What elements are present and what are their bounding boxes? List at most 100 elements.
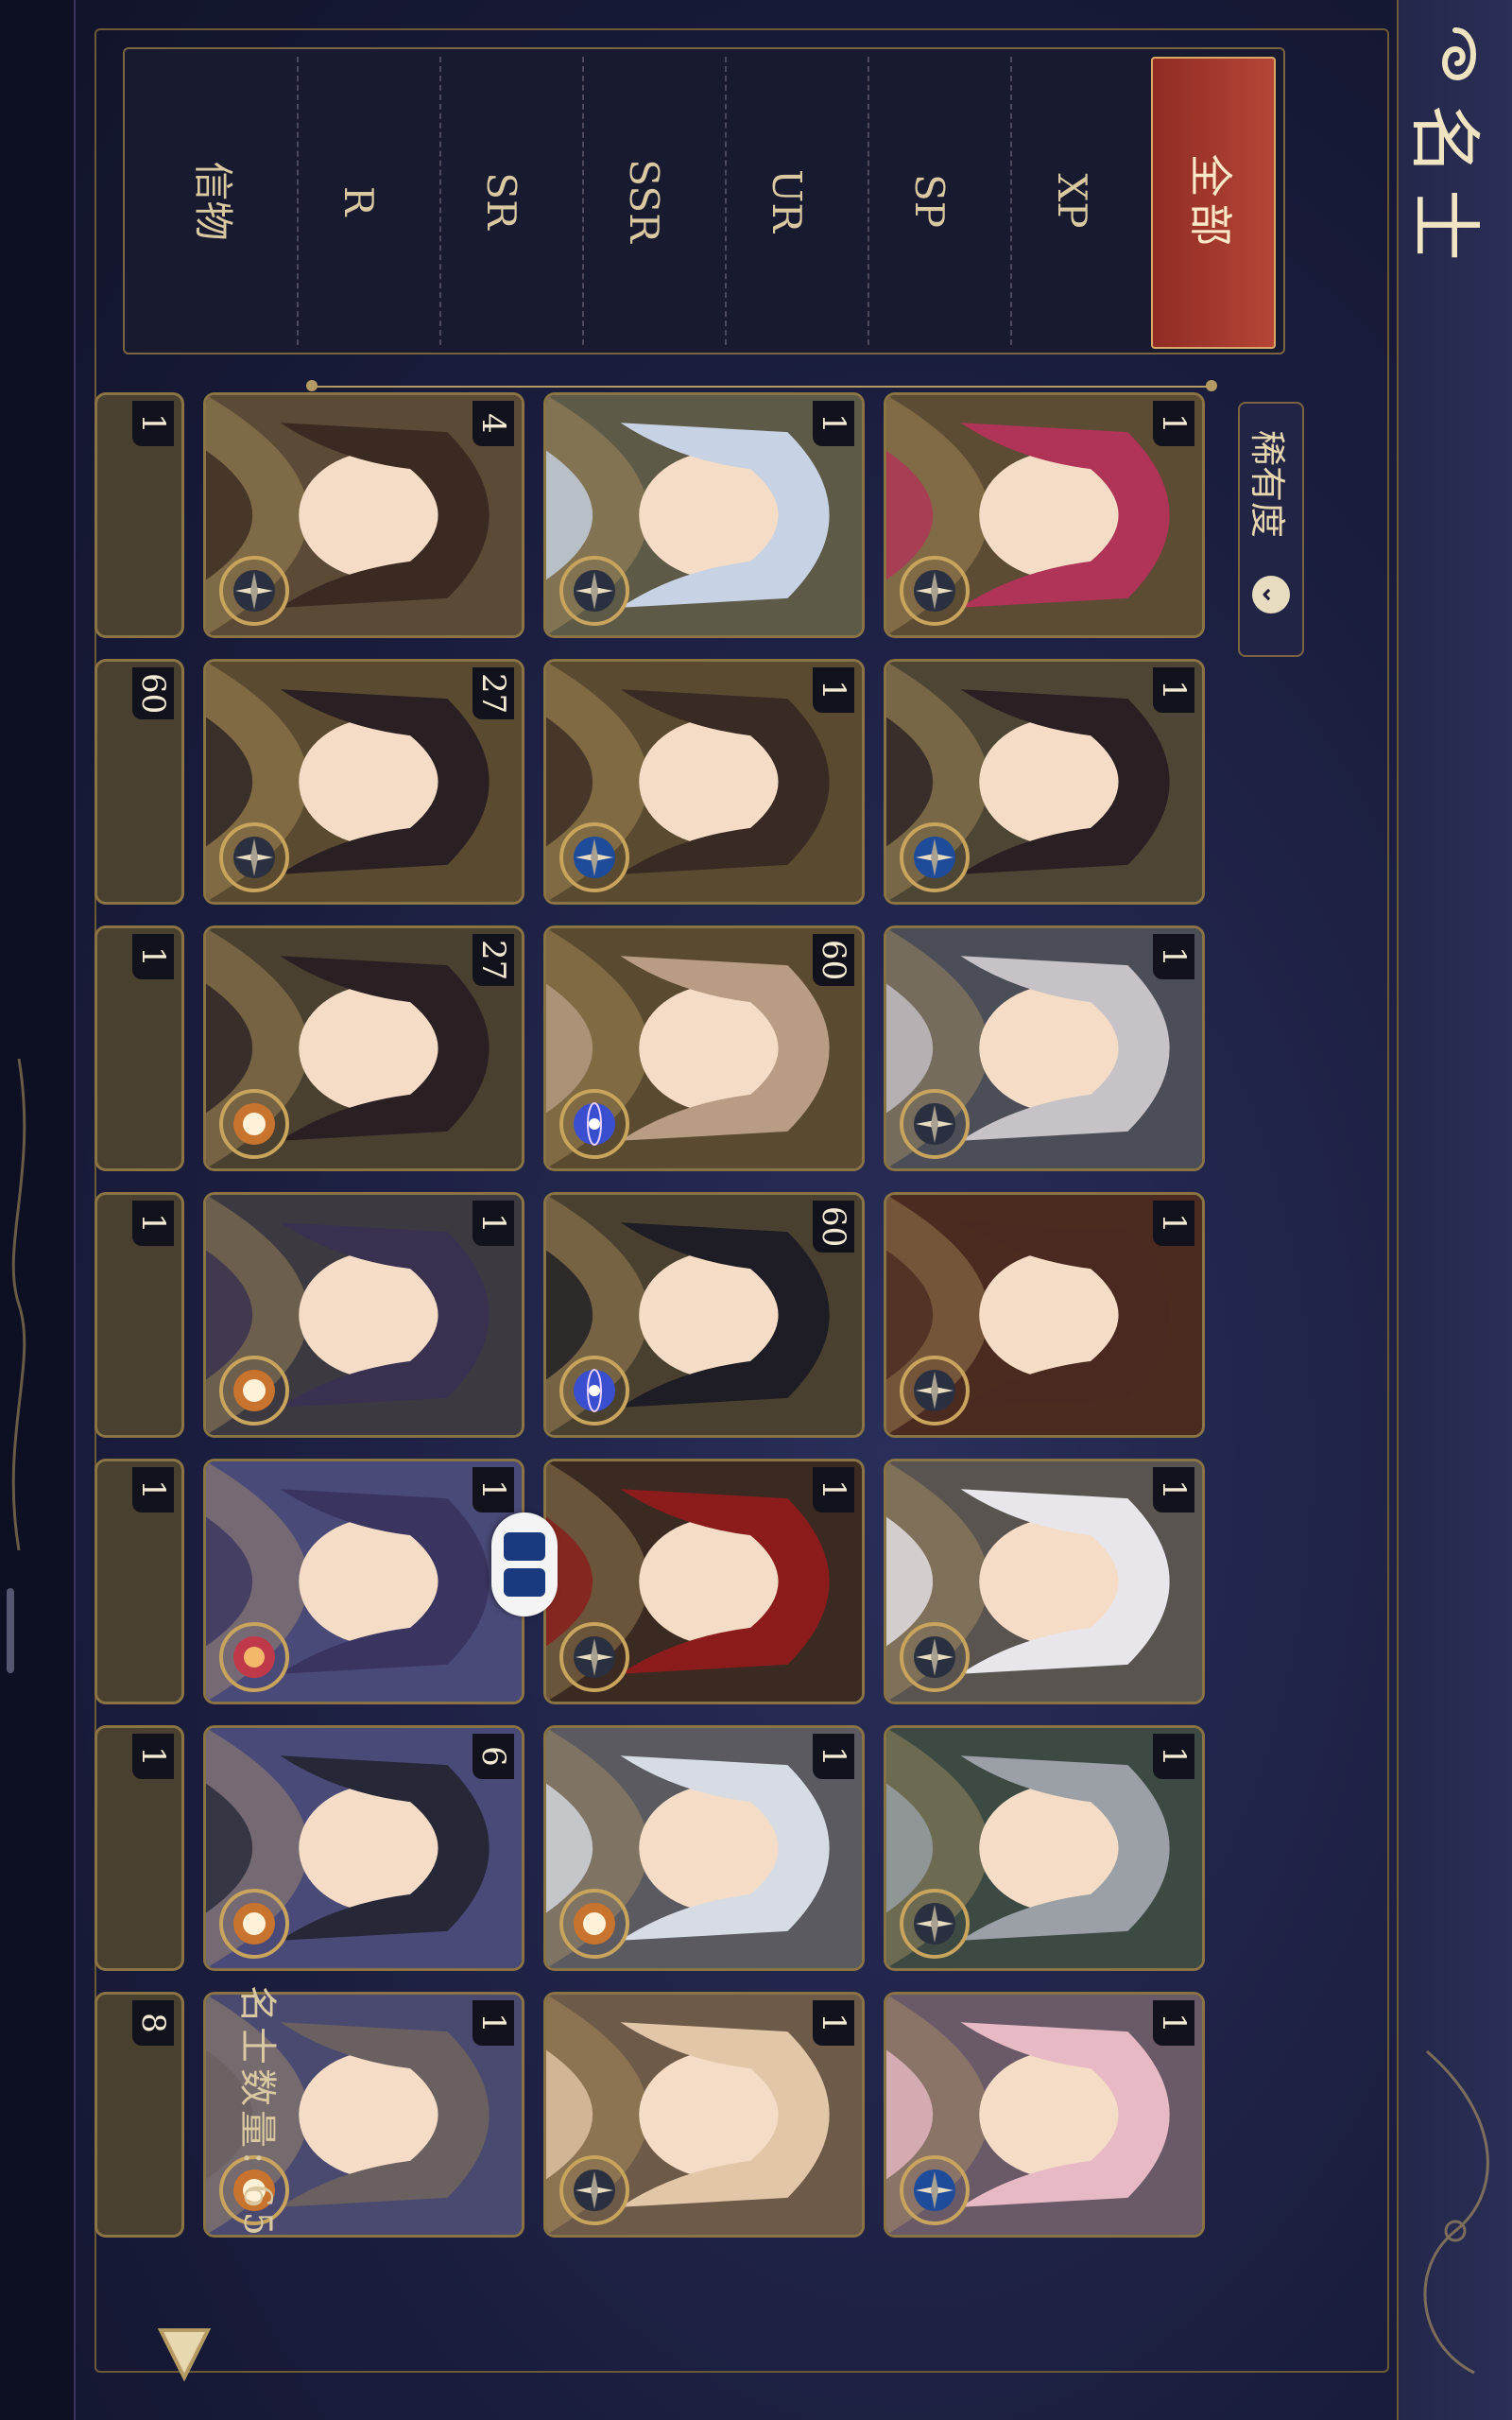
character-card[interactable]: 1: [884, 392, 1205, 638]
filter-tab-信物[interactable]: 信物: [156, 57, 277, 345]
character-card[interactable]: 1: [543, 1459, 865, 1704]
divider: [314, 386, 1211, 388]
card-quantity: 1: [132, 401, 174, 446]
card-quantity: 1: [1153, 1201, 1194, 1246]
class-emblem-icon: [559, 1356, 629, 1426]
character-card-partial[interactable]: 1: [94, 1459, 184, 1704]
filter-tab-R[interactable]: R: [297, 57, 420, 345]
card-quantity: 1: [472, 1201, 514, 1246]
character-card[interactable]: 1: [543, 659, 865, 905]
filter-tab-SP[interactable]: SP: [868, 57, 990, 345]
class-emblem-icon: [219, 822, 289, 892]
character-card[interactable]: 1: [203, 1192, 524, 1438]
character-card[interactable]: 4: [203, 392, 524, 638]
card-quantity: 1: [1153, 1734, 1194, 1779]
character-card[interactable]: 1: [884, 1459, 1205, 1704]
card-quantity: 4: [472, 401, 514, 446]
character-card[interactable]: 1: [543, 1992, 865, 2238]
rarity-sort-button[interactable]: 稀有度 ⌄: [1238, 402, 1304, 657]
class-emblem-icon: [900, 1889, 970, 1959]
class-emblem-icon: [900, 1089, 970, 1159]
card-quantity: 1: [1153, 934, 1194, 979]
card-quantity: 60: [813, 934, 854, 987]
page-title: 名士: [1402, 104, 1486, 274]
card-quantity: 1: [1153, 1467, 1194, 1512]
character-card-partial[interactable]: 1: [94, 392, 184, 638]
card-quantity: 1: [813, 1734, 854, 1779]
character-card-partial[interactable]: 1: [94, 1192, 184, 1438]
character-card[interactable]: 1: [884, 1725, 1205, 1971]
character-card-partial[interactable]: 1: [94, 925, 184, 1171]
card-quantity: 1: [472, 1467, 514, 1512]
card-quantity: 8: [132, 2000, 174, 2046]
class-emblem-icon: [900, 1356, 970, 1426]
card-quantity: 60: [132, 667, 174, 720]
character-card[interactable]: 27: [203, 925, 524, 1171]
filter-tab-UR[interactable]: UR: [725, 57, 848, 345]
header-bar: 名士: [1397, 0, 1512, 2420]
character-card[interactable]: 1: [884, 659, 1205, 905]
card-quantity: 1: [132, 934, 174, 979]
class-emblem-icon: [900, 2155, 970, 2225]
character-card-partial[interactable]: 8: [94, 1992, 184, 2238]
card-quantity: 1: [132, 1734, 174, 1779]
class-emblem-icon: [900, 556, 970, 626]
card-quantity: 1: [132, 1201, 174, 1246]
rarity-filter-panel: 全部 XP SP UR SSR SR R 信物: [123, 47, 1285, 354]
card-quantity: 1: [1153, 667, 1194, 713]
character-card[interactable]: 1: [884, 925, 1205, 1171]
card-quantity: 1: [1153, 401, 1194, 446]
class-emblem-icon: [559, 1889, 629, 1959]
bottom-ornament: [11, 1059, 26, 1550]
back-spiral-icon[interactable]: [1427, 21, 1493, 87]
scroll-indicator[interactable]: [7, 1588, 14, 1673]
card-quantity: 1: [1153, 2000, 1194, 2046]
class-emblem-icon: [559, 1089, 629, 1159]
card-quantity: 1: [813, 1467, 854, 1512]
class-emblem-icon: [559, 822, 629, 892]
card-quantity: 27: [472, 667, 514, 720]
filter-tab-全部[interactable]: 全部: [1151, 57, 1276, 349]
character-card-partial[interactable]: 60: [94, 659, 184, 905]
divider-dot: [1206, 380, 1217, 391]
header-ornament: [1423, 2049, 1489, 2375]
divider-dot: [306, 380, 318, 391]
character-card[interactable]: 27: [203, 659, 524, 905]
card-quantity: 60: [813, 1201, 854, 1253]
class-emblem-icon: [219, 1356, 289, 1426]
class-emblem-icon: [900, 822, 970, 892]
scroll-top-arrow-icon[interactable]: [142, 2311, 227, 2396]
class-emblem-icon: [219, 1889, 289, 1959]
card-quantity: 1: [813, 667, 854, 713]
class-emblem-icon: [559, 1622, 629, 1692]
class-emblem-icon: [219, 1622, 289, 1692]
character-card[interactable]: 1: [884, 1192, 1205, 1438]
class-emblem-icon: [219, 556, 289, 626]
assist-icon-left: [504, 1532, 545, 1561]
character-count: 名士数量: 65: [235, 1985, 279, 2240]
sort-label: 稀有度: [1246, 430, 1289, 539]
card-quantity: 1: [813, 2000, 854, 2046]
card-quantity: 1: [132, 1467, 174, 1512]
card-quantity: 6: [472, 1734, 514, 1779]
character-card[interactable]: 1: [543, 392, 865, 638]
character-card-partial[interactable]: 1: [94, 1725, 184, 1971]
floating-assist-button[interactable]: [491, 1512, 558, 1616]
class-emblem-icon: [559, 2155, 629, 2225]
character-card[interactable]: 1: [203, 1459, 524, 1704]
character-card[interactable]: 60: [543, 925, 865, 1171]
card-quantity: 1: [472, 2000, 514, 2046]
class-emblem-icon: [559, 556, 629, 626]
chevron-down-icon: ⌄: [1252, 576, 1290, 614]
character-card[interactable]: 1: [543, 1725, 865, 1971]
class-emblem-icon: [219, 1089, 289, 1159]
filter-tab-SR[interactable]: SR: [439, 57, 562, 345]
character-card[interactable]: 60: [543, 1192, 865, 1438]
character-card[interactable]: 1: [884, 1992, 1205, 2238]
filter-tab-SSR[interactable]: SSR: [582, 57, 705, 345]
card-quantity: 27: [472, 934, 514, 987]
class-emblem-icon: [900, 1622, 970, 1692]
filter-tab-XP[interactable]: XP: [1010, 57, 1133, 345]
card-quantity: 1: [813, 401, 854, 446]
character-card[interactable]: 6: [203, 1725, 524, 1971]
